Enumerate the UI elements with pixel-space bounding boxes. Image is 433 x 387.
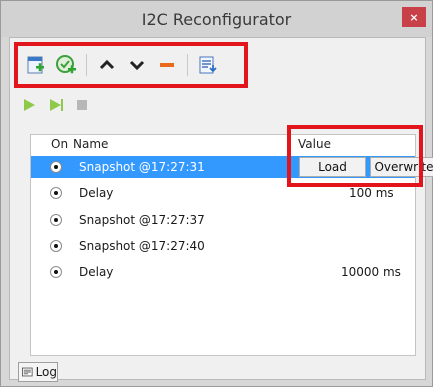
table-row[interactable]: Delay 10000 ms	[31, 261, 415, 283]
table-row[interactable]: Snapshot @17:27:37	[31, 209, 415, 231]
close-button[interactable]: ×	[402, 7, 426, 27]
app-window: I2C Reconfigurator × On Name Value Snaps…	[0, 0, 433, 387]
log-icon	[22, 367, 33, 377]
enabled-radio[interactable]	[50, 240, 62, 252]
step-name: Snapshot @17:27:37	[79, 213, 205, 227]
step-name: Delay	[79, 265, 114, 279]
enabled-radio[interactable]	[50, 266, 62, 278]
stop-icon	[77, 99, 87, 110]
step-name: Snapshot @17:27:40	[79, 239, 205, 253]
main-panel: On Name Value Snapshot @17:27:31 Load Ov…	[9, 37, 433, 382]
column-header-name: Name	[73, 137, 109, 151]
stop-button[interactable]	[76, 99, 88, 114]
playback-bar	[22, 96, 88, 116]
enabled-radio[interactable]	[50, 161, 62, 173]
play-icon	[24, 98, 35, 111]
play-button[interactable]	[22, 98, 36, 115]
enabled-radio[interactable]	[50, 187, 62, 199]
value-column-highlight	[287, 125, 423, 187]
enabled-radio[interactable]	[50, 214, 62, 226]
step-name: Snapshot @17:27:31	[79, 160, 205, 174]
log-tab-label: Log	[35, 365, 57, 379]
close-icon: ×	[409, 10, 419, 24]
table-row[interactable]: Snapshot @17:27:40	[31, 235, 415, 257]
play-all-button[interactable]	[48, 98, 64, 115]
step-value: 10000 ms	[341, 265, 401, 279]
toolbar-highlight	[14, 42, 248, 88]
step-name: Delay	[79, 186, 114, 200]
play-all-icon	[50, 98, 63, 111]
column-header-on: On	[51, 137, 69, 151]
log-tab[interactable]: Log	[18, 362, 58, 382]
step-value: 100 ms	[349, 186, 394, 200]
window-title: I2C Reconfigurator	[141, 10, 292, 29]
title-bar[interactable]: I2C Reconfigurator ×	[1, 1, 432, 37]
